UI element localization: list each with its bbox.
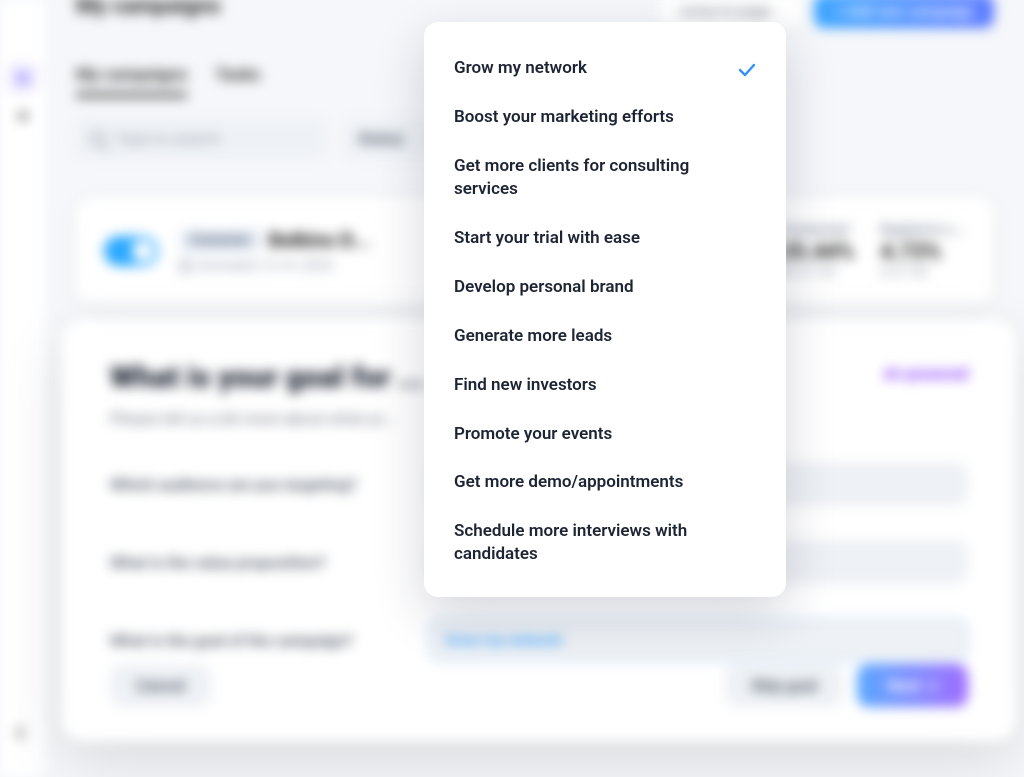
goal-option-label: Develop personal brand [454,276,634,299]
add-campaign-button[interactable]: + Add new campaign [814,0,994,28]
goal-option[interactable]: Find new investors [424,361,786,410]
stat-connected: Connected 25.44% 43 of 169 [781,222,855,280]
goal-option[interactable]: Get more demo/appointments [424,458,786,507]
skip-goal-button[interactable]: Skip goal [725,664,844,707]
goal-option-label: Get more clients for consulting services [454,155,756,201]
activated-label: Activated [198,258,257,274]
ai-powered-badge: AI-powered [884,364,968,383]
goal-option-label: Boost your marketing efforts [454,106,674,129]
goal-option[interactable]: Generate more leads [424,312,786,361]
campaign-type-chip: Connector [180,229,261,252]
question-value-prop: What is the value proposition? [110,553,410,572]
goal-option-label: Grow my network [454,57,587,80]
goal-option[interactable]: Boost your marketing efforts [424,93,786,142]
tab-my-campaigns[interactable]: My campaigns [76,65,187,97]
goal-option-label: Start your trial with ease [454,227,640,250]
goal-option-label: Generate more leads [454,325,612,348]
question-audience: Which audience are you targeting? [110,475,410,494]
goal-option-label: Find new investors [454,374,597,397]
goal-option[interactable]: Schedule more interviews with candidates [424,507,786,579]
tab-tasks[interactable]: Tasks [215,65,260,97]
goal-option-label: Schedule more interviews with candidates [454,520,756,566]
cancel-button[interactable]: Cancel [110,664,211,707]
stat-replied: Replied to c... 4.73% 8 of 169 [880,222,966,280]
goal-option-label: Get more demo/appointments [454,471,683,494]
goal-option[interactable]: Develop personal brand [424,263,786,312]
activated-date: 21.01.2025 [263,258,333,274]
goal-option[interactable]: Grow my network [424,44,786,93]
campaigns-icon[interactable] [9,64,37,92]
chevron-right-icon [931,681,938,691]
goal-option[interactable]: Promote your events [424,410,786,459]
check-icon [738,61,756,73]
calendar-icon [180,260,192,272]
goal-dropdown[interactable]: Grow my network Boost your marketing effo… [424,22,786,597]
search-placeholder: Type to search [116,129,220,148]
campaign-toggle[interactable] [104,236,158,266]
search-icon [90,131,106,147]
question-goal: What is the goal of the campaign? [110,631,410,650]
goal-option[interactable]: Get more clients for consulting services [424,142,786,214]
sidebar [0,0,46,777]
goal-option-label: Promote your events [454,423,612,446]
goal-select[interactable]: Grow my network [428,618,968,662]
goal-option[interactable]: Start your trial with ease [424,214,786,263]
search-input[interactable]: Type to search [76,119,326,158]
campaign-name: Belkins D... [269,228,370,252]
next-button[interactable]: Next [857,664,968,707]
modal-footer: Cancel Skip goal Next [110,664,968,707]
next-label: Next [887,676,921,695]
collapse-icon[interactable] [9,719,37,747]
settings-icon[interactable] [9,102,37,130]
